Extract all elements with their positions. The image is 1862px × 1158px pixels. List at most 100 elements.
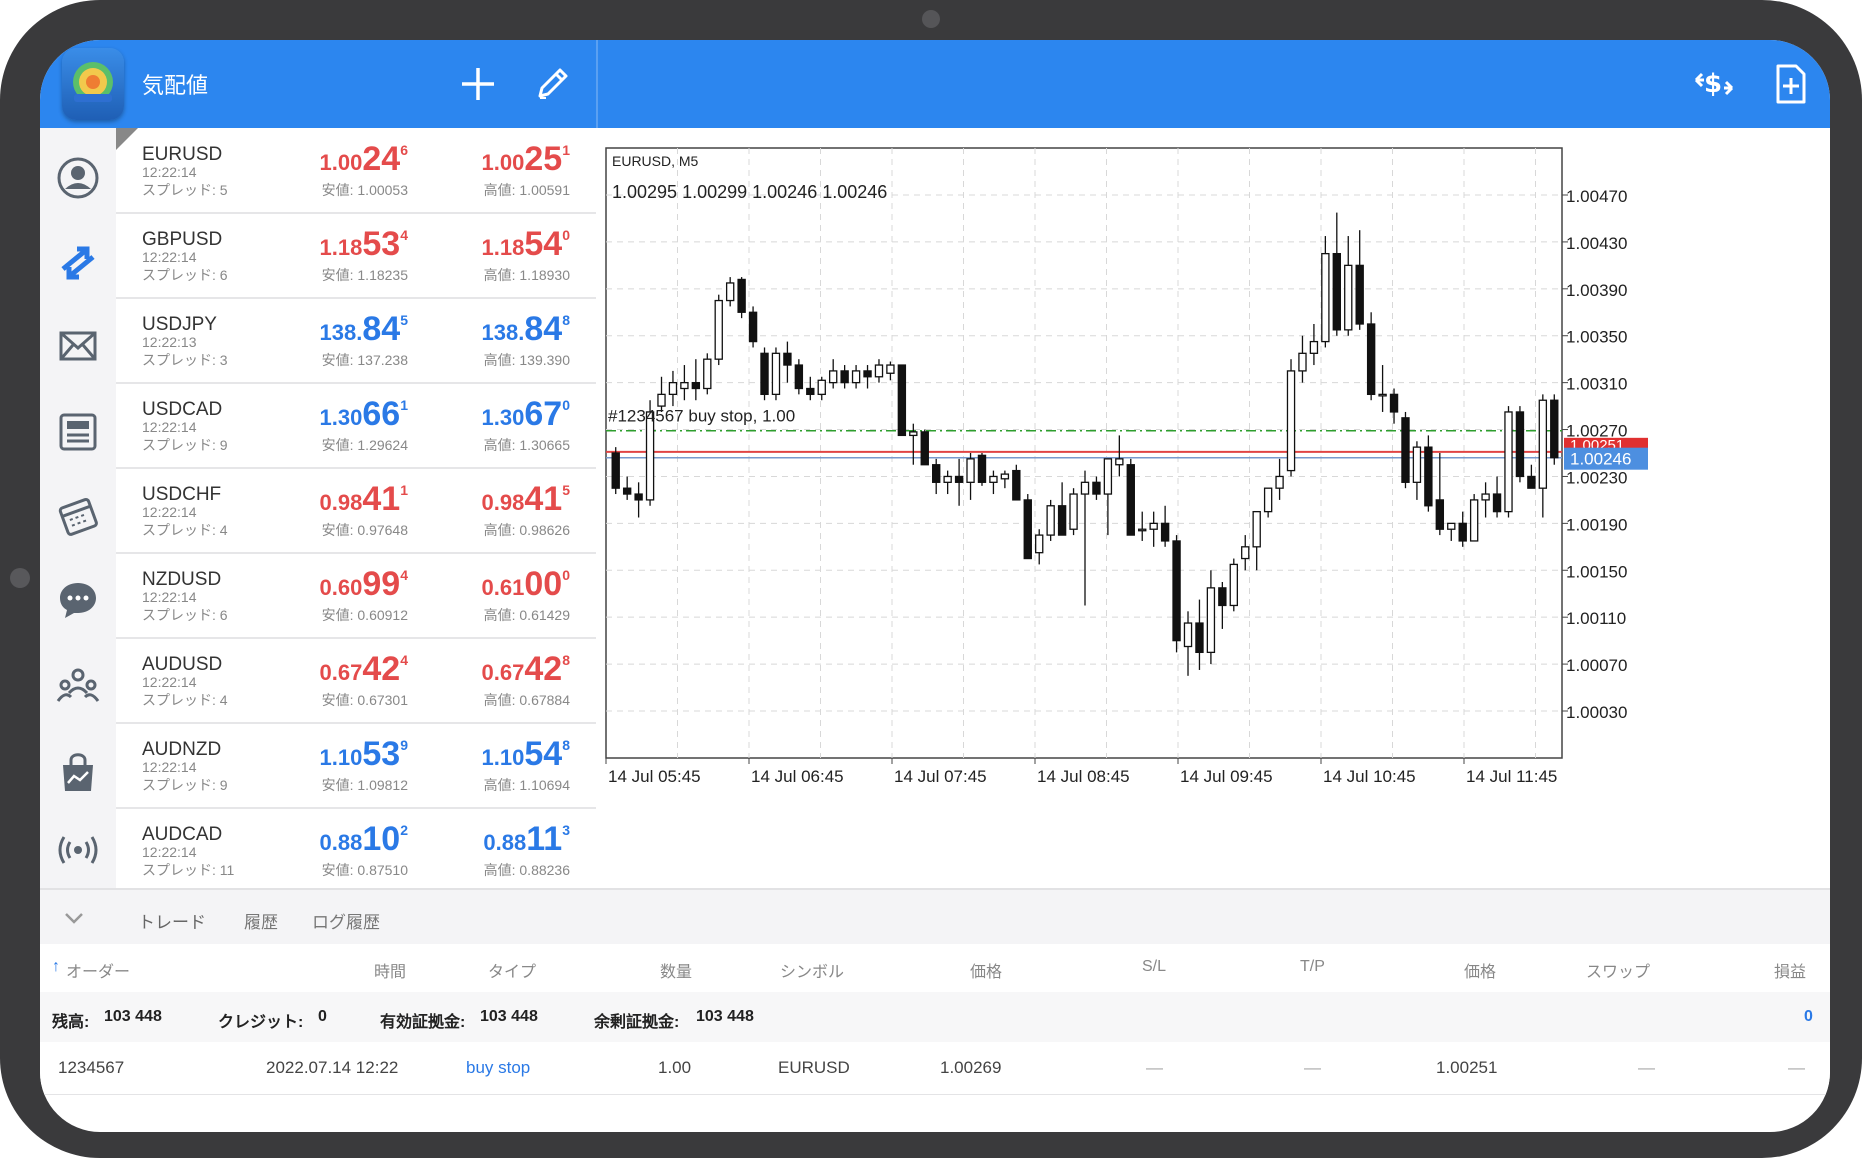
chevron-down-icon[interactable] (60, 904, 88, 936)
col-sl[interactable]: S/L (1142, 958, 1166, 976)
candle-body (1103, 458, 1113, 495)
quote-row-nzdusd[interactable]: NZDUSD 12:22:14 スプレッド: 6 0.60994 0.61000 安値: … (116, 553, 596, 639)
candle-body (863, 370, 872, 378)
candle-body (1012, 469, 1021, 501)
price-main: 0.61 (481, 575, 525, 600)
currency-switch-icon[interactable]: $ (1688, 58, 1740, 110)
y-tick-label: 1.00430 (1566, 234, 1627, 253)
quote-high: 高値: 1.30665 (483, 437, 570, 453)
quote-time: 12:22:14 (142, 589, 197, 605)
quote-ask-price: 1.00251 (482, 140, 570, 179)
price-fraction: 2 (400, 822, 408, 838)
order-sl: — (1146, 1058, 1163, 1077)
candle-body (1092, 481, 1101, 495)
price-main: 0.67 (319, 660, 363, 685)
candle-body (1435, 499, 1445, 530)
x-tick-label: 14 Jul 11:45 (1466, 767, 1557, 786)
quote-ask-price: 0.67428 (482, 650, 570, 689)
account-icon[interactable] (46, 146, 110, 210)
tab-history[interactable]: 履歴 (244, 908, 278, 933)
candle-body (1263, 487, 1273, 513)
quote-spread: スプレッド: 9 (142, 437, 228, 453)
col-order[interactable]: オーダー (66, 958, 130, 982)
price-pips: 24 (362, 140, 401, 178)
candle-body (920, 431, 929, 466)
col-volume[interactable]: 数量 (660, 958, 692, 982)
svg-text:$: $ (1704, 69, 1722, 99)
chat-icon[interactable] (46, 568, 110, 632)
price-pips: 00 (524, 565, 563, 603)
tab-trade[interactable]: トレード (138, 908, 206, 933)
app-logo-icon[interactable] (62, 48, 124, 120)
price-pips: 54 (524, 225, 563, 263)
candle-body (1527, 475, 1536, 489)
account-summary-row: 残高: 103 448 クレジット: 0 有効証拠金: 103 448 余剰証拠… (40, 992, 1830, 1043)
quote-row-usdcad[interactable]: USDCAD 12:22:14 スプレッド: 9 1.30661 1.30670 安値: … (116, 383, 596, 469)
candle-body (771, 352, 781, 396)
y-tick-label: 1.00230 (1566, 468, 1627, 487)
new-document-icon[interactable] (1764, 58, 1816, 110)
mail-icon[interactable] (46, 314, 110, 378)
price-fraction: 1 (562, 142, 570, 158)
price-pips: 67 (524, 395, 563, 433)
price-main: 1.30 (481, 405, 525, 430)
quote-low: 安値: 1.00053 (321, 182, 408, 198)
x-tick-label: 14 Jul 05:45 (608, 767, 701, 786)
quote-row-audcad[interactable]: AUDCAD 12:22:14 スプレッド: 11 0.88102 0.88113 安値:… (116, 808, 596, 894)
col-profit[interactable]: 損益 (1774, 958, 1806, 982)
y-tick-label: 1.00150 (1566, 562, 1627, 581)
col-tp[interactable]: T/P (1300, 958, 1325, 976)
hardware-button (10, 568, 30, 588)
plus-icon[interactable] (452, 58, 504, 110)
candle-body (680, 381, 689, 390)
market-bag-icon[interactable] (46, 740, 110, 804)
price-pips: 99 (362, 565, 401, 603)
quote-row-usdchf[interactable]: USDCHF 12:22:14 スプレッド: 4 0.98411 0.98415 安値: … (116, 468, 596, 554)
quote-time: 12:22:14 (142, 164, 197, 180)
equity-value: 103 448 (480, 1008, 538, 1025)
chart-canvas[interactable]: 1.00470 1.00430 1.00390 1.00350 1.00310 1.002… (598, 128, 1830, 888)
quote-row-eurusd[interactable]: EURUSD 12:22:14 スプレッド: 5 1.00246 1.00251 安値: … (116, 128, 596, 214)
signal-icon[interactable] (46, 818, 110, 882)
quote-low: 安値: 0.87510 (321, 862, 408, 878)
quote-row-audusd[interactable]: AUDUSD 12:22:14 スプレッド: 4 0.67424 0.67428 安値: … (116, 638, 596, 724)
col-type[interactable]: タイプ (488, 958, 536, 982)
sort-up-arrow-icon[interactable]: ↑ (52, 958, 60, 976)
candle-body (1355, 264, 1364, 325)
quote-symbol: USDJPY (142, 314, 217, 335)
price-pips: 11 (526, 820, 563, 858)
price-pips: 10 (362, 820, 401, 858)
pencil-icon[interactable] (526, 58, 578, 110)
price-pips: 66 (362, 395, 401, 433)
quote-spread: スプレッド: 9 (142, 777, 228, 793)
quote-high: 高値: 0.67884 (483, 692, 570, 708)
col-price[interactable]: 価格 (970, 958, 1002, 982)
col-current-price[interactable]: 価格 (1464, 958, 1496, 982)
col-swap[interactable]: スワップ (1586, 958, 1650, 982)
candle-body (1160, 522, 1170, 542)
quote-row-gbpusd[interactable]: GBPUSD 12:22:14 スプレッド: 6 1.18534 1.18540 安値: … (116, 213, 596, 299)
quote-bid-price: 1.10539 (320, 735, 408, 774)
price-fraction: 8 (562, 652, 570, 668)
trade-arrows-icon[interactable] (46, 230, 110, 294)
quote-symbol: AUDNZD (142, 739, 222, 760)
col-symbol[interactable]: シンボル (780, 958, 844, 982)
candle-body (1447, 522, 1456, 530)
news-icon[interactable] (46, 400, 110, 464)
tab-log-history[interactable]: ログ履歴 (312, 908, 380, 933)
quote-row-usdjpy[interactable]: USDJPY 12:22:13 スプレッド: 3 138.845 138.848 安値: … (116, 298, 596, 384)
price-main: 138. (319, 320, 363, 345)
candle-body (1469, 499, 1479, 542)
quote-bid-price: 0.88102 (320, 820, 408, 859)
candle-body (932, 464, 941, 483)
col-time[interactable]: 時間 (374, 958, 406, 982)
community-icon[interactable] (46, 654, 110, 718)
table-row[interactable]: 1234567 2022.07.14 12:22 buy stop 1.00 E… (40, 1042, 1830, 1095)
price-chart[interactable]: 1.00470 1.00430 1.00390 1.00350 1.00310 1.002… (598, 128, 1830, 888)
calendar-icon[interactable] (46, 484, 110, 548)
quote-row-audnzd[interactable]: AUDNZD 12:22:14 スプレッド: 9 1.10539 1.10548 安値: … (116, 723, 596, 809)
price-pips: 42 (524, 650, 563, 688)
page-title: 気配値 (142, 73, 209, 98)
quote-symbol: NZDUSD (142, 569, 222, 590)
x-tick-label: 14 Jul 07:45 (894, 767, 987, 786)
